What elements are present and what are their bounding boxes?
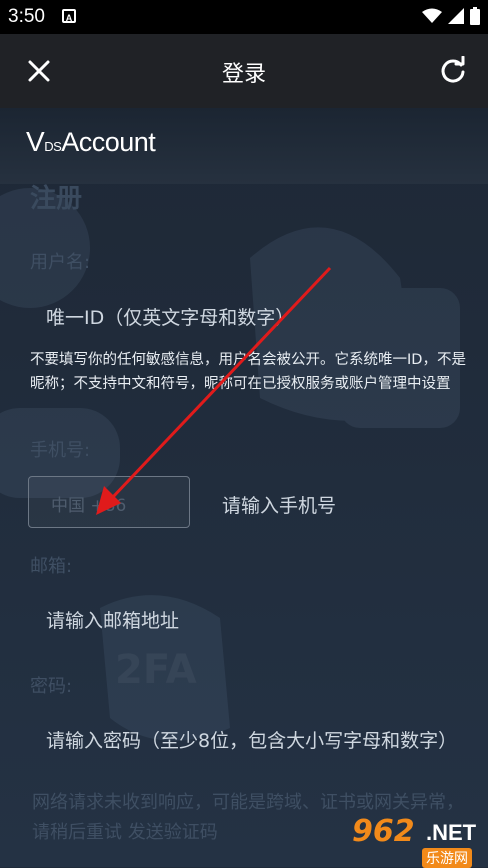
status-icons (422, 7, 480, 25)
watermark-number: 962 (352, 814, 415, 849)
brand-header: VDSAccount (0, 108, 488, 184)
brand-logo-mark: VDS (26, 126, 62, 157)
form-title: 注册 (30, 184, 83, 214)
watermark-suffix: .NET (426, 820, 477, 845)
email-input[interactable]: 请输入邮箱地址 (46, 606, 179, 633)
watermark-site: 乐游网 (422, 848, 472, 868)
signal-icon (448, 8, 464, 24)
username-input[interactable]: 唯一ID（仅英文字母和数字） (46, 303, 294, 330)
phone-input[interactable]: 请输入手机号 (222, 491, 336, 518)
watermark-logo: 962 .NET 乐游网 (346, 810, 488, 868)
wifi-icon (422, 8, 442, 23)
notification-icon: A (62, 9, 76, 23)
country-code-select[interactable]: 中国 +86 (28, 476, 190, 528)
refresh-icon[interactable] (438, 56, 468, 86)
registration-page: 2FA VDSAccount 注册 用户名: 唯一ID（仅英文字母和数字） 不要… (0, 108, 488, 867)
username-label: 用户名: (30, 252, 91, 273)
send-code-link[interactable]: 发送验证码 (128, 822, 218, 843)
email-label: 邮箱: (30, 556, 73, 577)
svg-text:2FA: 2FA (115, 647, 197, 693)
page-title: 登录 (221, 62, 266, 87)
brand-logo-text: Account (61, 127, 156, 157)
status-time: 3:50 (8, 6, 45, 27)
brand-logo: VDSAccount (26, 126, 156, 158)
country-code-value: 中国 +86 (51, 496, 127, 516)
status-bar: 3:50 A (0, 0, 488, 34)
username-hint: 不要填写你的任何敏感信息，用户名会被公开。它系统唯一ID，不是昵称；不支持中文和… (30, 352, 466, 392)
phone-label: 手机号: (30, 440, 91, 461)
password-input[interactable]: 请输入密码（至少8位，包含大小写字母和数字） (46, 726, 457, 753)
password-label: 密码: (30, 676, 73, 697)
battery-icon (470, 7, 480, 25)
app-bar: 登录 (0, 34, 488, 108)
